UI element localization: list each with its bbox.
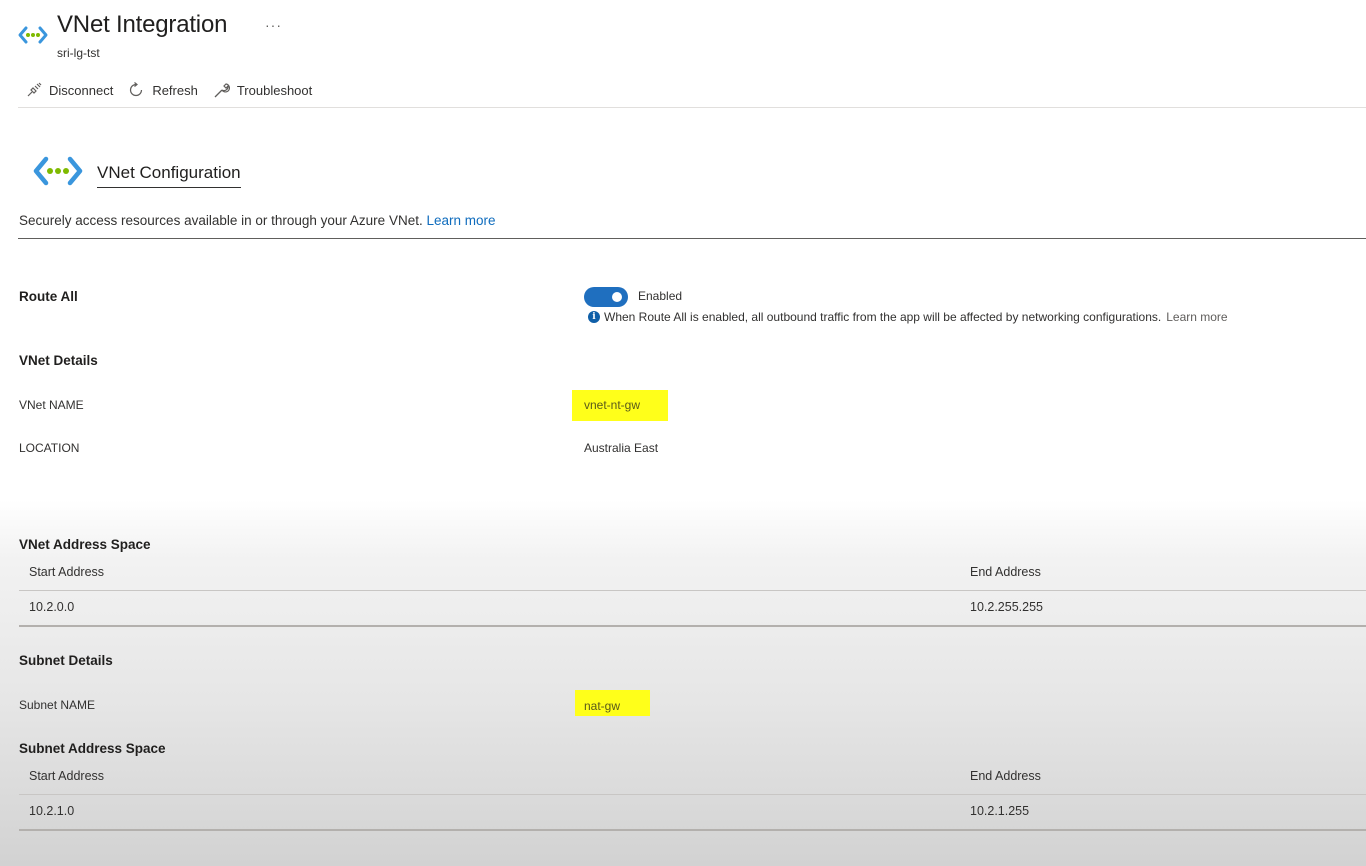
route-all-info: i When Route All is enabled, all outboun… [588, 310, 1228, 324]
resource-name: sri-lg-tst [57, 46, 100, 60]
section-description: Securely access resources available in o… [19, 213, 496, 228]
start-address-cell: 10.2.0.0 [29, 600, 75, 614]
column-header: End Address [970, 565, 1041, 579]
refresh-label: Refresh [152, 82, 198, 98]
learn-more-link[interactable]: Learn more [426, 213, 495, 228]
troubleshoot-icon [214, 82, 230, 97]
table-header: Start Address End Address [19, 556, 1366, 591]
subnet-name-value[interactable]: nat-gw [584, 699, 620, 713]
page-title: VNet Integration [57, 11, 228, 38]
column-header: Start Address [29, 769, 105, 783]
section-title: VNet Configuration [97, 163, 241, 188]
command-bar: Disconnect Refresh Troubleshoot [26, 80, 312, 100]
vnet-name-value[interactable]: vnet-nt-gw [584, 398, 640, 412]
vnet-details-heading: VNet Details [19, 353, 98, 368]
route-all-toggle[interactable] [584, 287, 628, 307]
subnet-name-label: Subnet NAME [19, 698, 96, 712]
subnet-address-space-heading: Subnet Address Space [19, 741, 166, 756]
section-divider [18, 238, 1366, 239]
table-row: 10.2.0.0 10.2.255.255 [19, 591, 1366, 627]
vnet-icon [33, 156, 83, 186]
more-icon[interactable]: ··· [265, 17, 282, 33]
column-header: Start Address [29, 565, 105, 579]
location-value: Australia East [584, 441, 659, 455]
table-header: Start Address End Address [19, 760, 1366, 795]
route-all-state: Enabled [638, 289, 683, 303]
subnet-details-heading: Subnet Details [19, 653, 113, 668]
toolbar-divider [18, 107, 1366, 108]
refresh-icon [130, 82, 143, 97]
route-all-label: Route All [19, 289, 78, 304]
subnet-address-table: Start Address End Address 10.2.1.0 10.2.… [19, 760, 1366, 831]
refresh-button[interactable]: Refresh [127, 81, 198, 99]
vnet-address-table: Start Address End Address 10.2.0.0 10.2.… [19, 556, 1366, 627]
vnet-icon [18, 26, 48, 44]
route-all-info-text: When Route All is enabled, all outbound … [604, 310, 1162, 324]
vnet-name-label: VNet NAME [19, 398, 84, 412]
start-address-cell: 10.2.1.0 [29, 804, 75, 818]
disconnect-button[interactable]: Disconnect [26, 82, 113, 98]
table-row: 10.2.1.0 10.2.1.255 [19, 795, 1366, 831]
end-address-cell: 10.2.255.255 [970, 600, 1043, 614]
disconnect-icon [27, 82, 42, 97]
column-header: End Address [970, 769, 1041, 783]
end-address-cell: 10.2.1.255 [970, 804, 1030, 818]
route-all-learn-more-link[interactable]: Learn more [1166, 310, 1227, 324]
troubleshoot-button[interactable]: Troubleshoot [213, 82, 312, 99]
description-text: Securely access resources available in o… [19, 213, 423, 228]
vnet-address-space-heading: VNet Address Space [19, 537, 151, 552]
location-label: LOCATION [19, 441, 80, 455]
disconnect-label: Disconnect [49, 82, 114, 98]
troubleshoot-label: Troubleshoot [236, 82, 313, 98]
info-icon: i [588, 311, 600, 323]
